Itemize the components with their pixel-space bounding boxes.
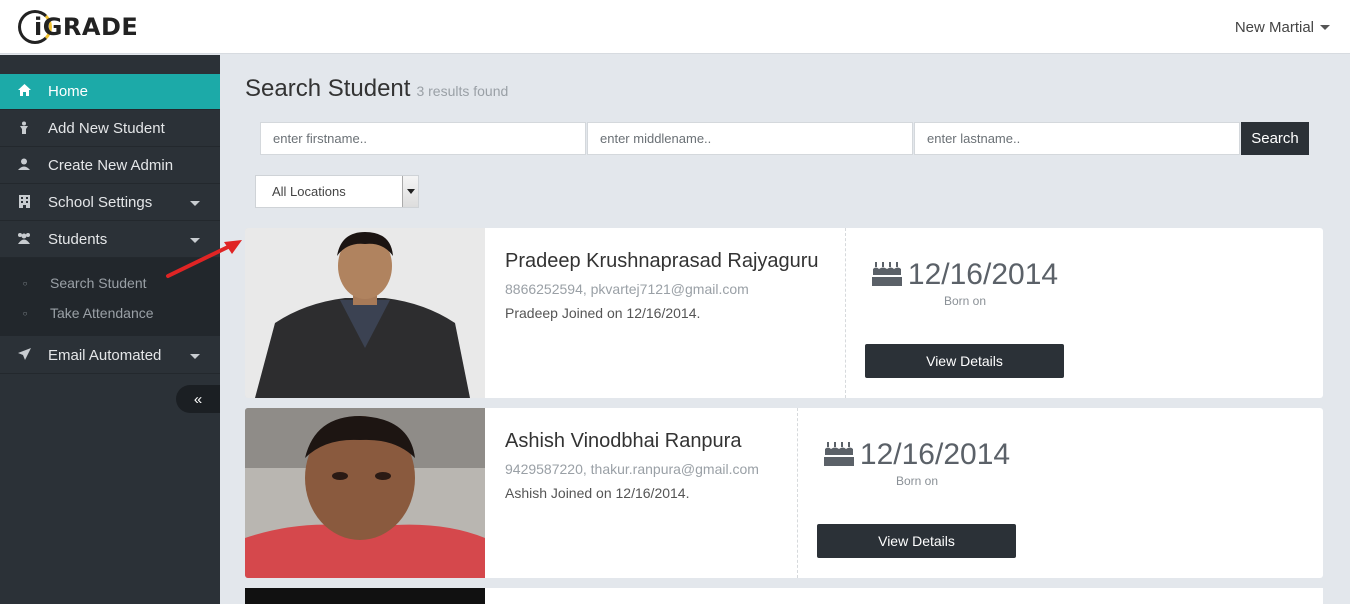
middlename-input[interactable] — [587, 122, 913, 155]
birth-date: 12/16/2014 — [859, 438, 1011, 471]
paper-plane-icon — [0, 348, 48, 363]
birthday-cake-icon — [823, 440, 854, 471]
sidebar: Home Add New Student Create New Admin Sc… — [0, 55, 220, 604]
born-on-label: Born on — [895, 474, 939, 488]
birthday-cake-icon — [871, 260, 902, 291]
born-on-label: Born on — [943, 294, 987, 308]
sidebar-collapse-button[interactable]: « — [176, 385, 220, 413]
sidebar-item-label: Add New Student — [48, 120, 165, 137]
card-divider — [845, 228, 846, 398]
location-select-value: All Locations — [272, 184, 346, 199]
student-joined: Pradeep Joined on 12/16/2014. — [505, 305, 701, 321]
student-card: Pradeep Krushnaprasad Rajyaguru 88662525… — [245, 228, 1323, 398]
student-contact: 9429587220, thakur.ranpura@gmail.com — [505, 461, 759, 477]
person-icon — [0, 121, 48, 137]
sidebar-item-label: Home — [48, 83, 89, 100]
igrade-logo[interactable]: iGRADE — [18, 6, 138, 48]
student-photo — [245, 228, 485, 398]
page-header: Search Student 3 results found — [245, 75, 508, 103]
birth-date-block: 12/16/2014 Born on — [865, 258, 1065, 308]
sidebar-item-home[interactable]: Home — [0, 74, 220, 110]
circle-bullet-icon: ○ — [22, 278, 28, 288]
select-arrow[interactable] — [402, 176, 418, 207]
chevron-down-icon — [1320, 25, 1330, 30]
sidebar-item-email-automated[interactable]: Email Automated — [0, 338, 220, 374]
view-details-button[interactable]: View Details — [817, 524, 1016, 558]
student-name[interactable]: Ashish Vinodbhai Ranpura — [505, 430, 759, 453]
sidebar-item-label: Students — [48, 231, 108, 248]
student-card: Ashish Vinodbhai Ranpura 9429587220, tha… — [245, 408, 1323, 578]
location-select[interactable]: All Locations — [255, 175, 419, 208]
lastname-input[interactable] — [914, 122, 1240, 155]
birth-date-block: 12/16/2014 Born on — [817, 438, 1017, 488]
student-name[interactable]: Pradeep Krushnaprasad Rajyaguru — [505, 250, 819, 273]
view-details-button[interactable]: View Details — [865, 344, 1064, 378]
student-info: Ashish Vinodbhai Ranpura 9429587220, tha… — [505, 430, 759, 501]
search-button[interactable]: Search — [1241, 122, 1309, 155]
double-chevron-left-icon: « — [193, 390, 203, 408]
chevron-down-icon — [190, 201, 200, 206]
sidebar-subitem-label: Take Attendance — [50, 305, 154, 321]
home-icon — [0, 84, 48, 99]
user-name: New Martial — [1234, 19, 1314, 36]
sidebar-item-label: Email Automated — [48, 347, 162, 364]
student-contact: 8866252594, pkvartej7121@gmail.com — [505, 281, 749, 297]
student-joined: Ashish Joined on 12/16/2014. — [505, 485, 690, 501]
chevron-down-icon — [406, 189, 415, 194]
birth-date: 12/16/2014 — [907, 258, 1059, 291]
users-icon — [0, 232, 48, 247]
sidebar-subitem-take-attendance[interactable]: ○ Take Attendance — [0, 300, 220, 326]
sidebar-item-create-new-admin[interactable]: Create New Admin — [0, 148, 220, 184]
student-photo — [245, 408, 485, 578]
search-bar: Search — [260, 122, 1309, 155]
logo-text: iGRADE — [34, 13, 139, 41]
user-menu[interactable]: New Martial — [1235, 19, 1330, 36]
chevron-down-icon — [190, 354, 200, 359]
building-icon — [0, 194, 48, 211]
sidebar-item-label: School Settings — [48, 194, 153, 211]
results-count: 3 results found — [416, 83, 509, 99]
student-info: Pradeep Krushnaprasad Rajyaguru 88662525… — [505, 250, 819, 321]
card-divider — [797, 408, 798, 578]
student-card — [245, 588, 1323, 604]
user-icon — [0, 158, 48, 173]
sidebar-item-add-new-student[interactable]: Add New Student — [0, 111, 220, 147]
sidebar-item-label: Create New Admin — [48, 157, 174, 174]
student-photo — [245, 588, 485, 604]
sidebar-item-school-settings[interactable]: School Settings — [0, 185, 220, 221]
top-bar: iGRADE New Martial — [0, 0, 1350, 54]
page-title: Search Student — [245, 75, 411, 102]
sidebar-subitem-label: Search Student — [50, 275, 147, 291]
main-content: Search Student 3 results found Search Al… — [220, 55, 1350, 604]
firstname-input[interactable] — [260, 122, 586, 155]
circle-bullet-icon: ○ — [22, 308, 28, 318]
